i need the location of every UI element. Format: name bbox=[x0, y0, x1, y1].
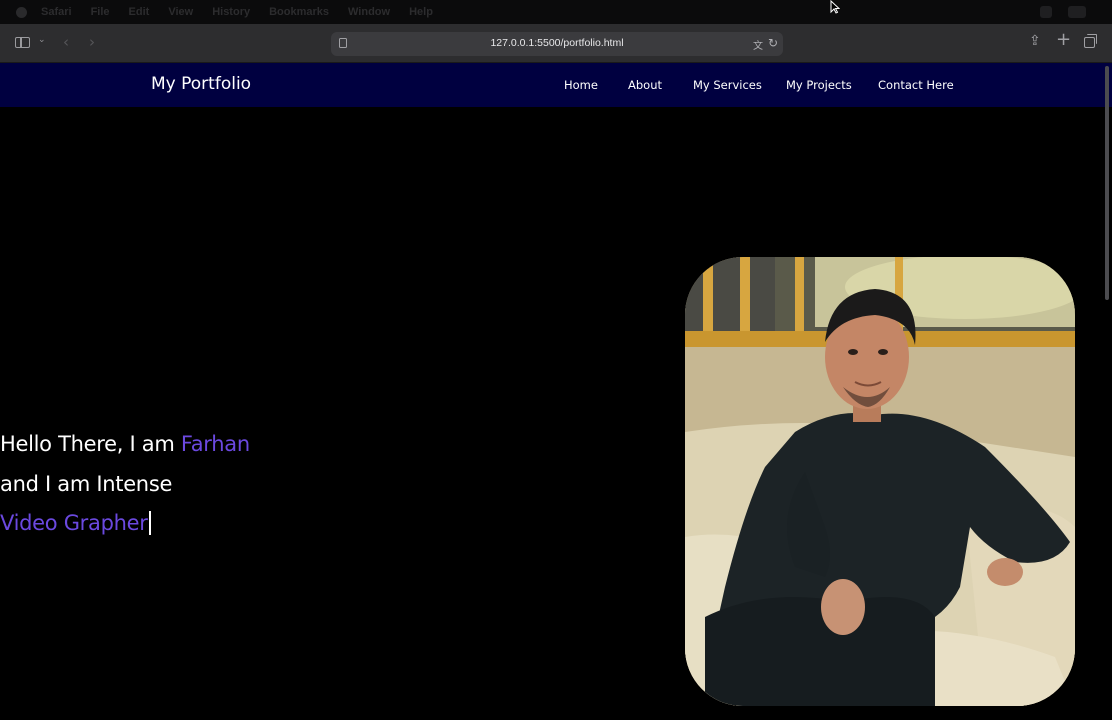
menu-edit[interactable]: Edit bbox=[129, 6, 150, 18]
menu-file[interactable]: File bbox=[91, 6, 110, 18]
menu-bookmarks[interactable]: Bookmarks bbox=[269, 6, 329, 18]
site-navbar: My Portfolio Home About My Services My P… bbox=[0, 63, 1112, 107]
profile-photo bbox=[685, 257, 1075, 706]
tabs-icon[interactable] bbox=[1084, 34, 1097, 48]
hero-name: Farhan bbox=[180, 432, 250, 456]
reload-icon[interactable]: ↻ bbox=[768, 36, 778, 50]
nav-services[interactable]: My Services bbox=[693, 78, 762, 92]
menu-history[interactable]: History bbox=[212, 6, 250, 18]
menu-safari[interactable]: Safari bbox=[41, 6, 72, 18]
nav-projects[interactable]: My Projects bbox=[786, 78, 852, 92]
mouse-pointer-icon bbox=[830, 0, 840, 14]
hero-line-2: and I am Intense bbox=[0, 471, 173, 496]
menu-window[interactable]: Window bbox=[348, 6, 390, 18]
menu-view[interactable]: View bbox=[168, 6, 193, 18]
address-bar[interactable]: 127.0.0.1:5500/portfolio.html 文 ↻ bbox=[331, 32, 783, 56]
status-icon[interactable] bbox=[1068, 6, 1086, 18]
menu-help[interactable]: Help bbox=[409, 6, 433, 18]
hero-line-3: Video Grapher bbox=[0, 504, 250, 544]
nav-about[interactable]: About bbox=[628, 78, 662, 92]
status-icon[interactable] bbox=[1040, 6, 1052, 18]
translate-icon[interactable]: 文 bbox=[753, 37, 763, 52]
hero-role: Video Grapher bbox=[0, 511, 148, 535]
back-icon[interactable]: ‹ bbox=[63, 35, 69, 50]
typing-cursor bbox=[148, 511, 151, 535]
hero-text: Hello There, I am Farhan and I am Intens… bbox=[0, 425, 250, 544]
sidebar-icon[interactable] bbox=[15, 37, 30, 48]
hero-greeting: Hello There, I am bbox=[0, 432, 181, 456]
nav-home[interactable]: Home bbox=[564, 78, 598, 92]
site-brand[interactable]: My Portfolio bbox=[151, 74, 251, 94]
share-icon[interactable]: ⇪ bbox=[1029, 34, 1041, 48]
page-scrollbar[interactable] bbox=[1105, 66, 1109, 300]
plus-icon[interactable]: + bbox=[1056, 31, 1071, 49]
profile-photo-illustration bbox=[685, 257, 1075, 706]
webpage: My Portfolio Home About My Services My P… bbox=[0, 63, 1112, 720]
apple-icon[interactable] bbox=[16, 6, 27, 18]
hero-line-1: Hello There, I am Farhan bbox=[0, 425, 250, 465]
nav-contact[interactable]: Contact Here bbox=[878, 78, 954, 92]
status-icons bbox=[1040, 6, 1086, 18]
forward-icon[interactable]: › bbox=[89, 35, 95, 50]
url-text[interactable]: 127.0.0.1:5500/portfolio.html bbox=[331, 37, 783, 49]
chevron-down-icon[interactable]: ⌄ bbox=[38, 36, 46, 45]
menu-bar: Safari File Edit View History Bookmarks … bbox=[0, 0, 1112, 24]
